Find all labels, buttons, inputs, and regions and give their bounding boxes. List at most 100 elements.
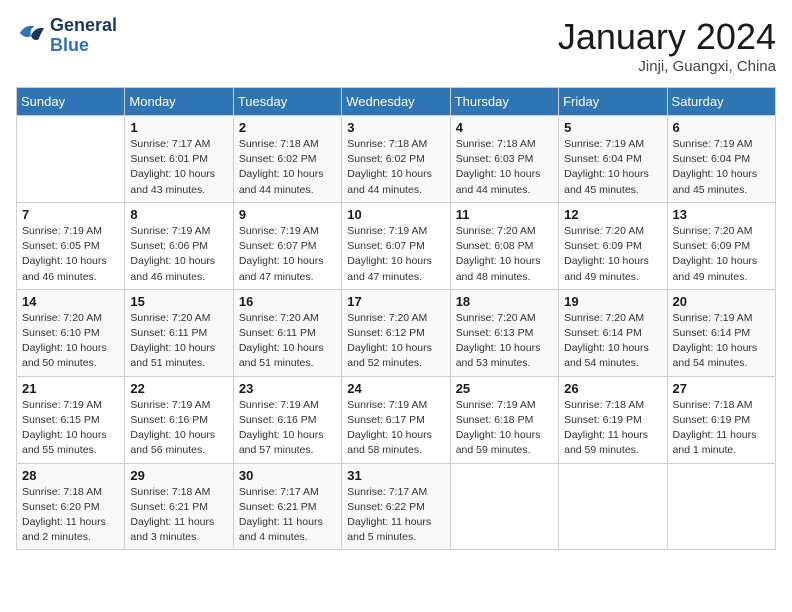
day-number: 19 xyxy=(564,294,661,309)
day-info: Sunrise: 7:19 AMSunset: 6:04 PMDaylight:… xyxy=(673,137,770,198)
week-row-3: 14 Sunrise: 7:20 AMSunset: 6:10 PMDayligh… xyxy=(17,289,776,376)
day-info: Sunrise: 7:20 AMSunset: 6:10 PMDaylight:… xyxy=(22,311,119,372)
day-cell: 2 Sunrise: 7:18 AMSunset: 6:02 PMDaylight… xyxy=(233,116,341,203)
day-cell: 11Sunrise: 7:20 AMSunset: 6:08 PMDayligh… xyxy=(450,202,558,289)
day-info: Sunrise: 7:19 AMSunset: 6:06 PMDaylight:… xyxy=(130,224,227,285)
day-number: 12 xyxy=(564,207,661,222)
day-number: 2 xyxy=(239,120,336,135)
day-number: 31 xyxy=(347,468,444,483)
day-number: 4 xyxy=(456,120,553,135)
day-cell: 21Sunrise: 7:19 AMSunset: 6:15 PMDayligh… xyxy=(17,376,125,463)
day-info: Sunrise: 7:20 AMSunset: 6:11 PMDaylight:… xyxy=(130,311,227,372)
day-cell xyxy=(559,463,667,550)
day-number: 18 xyxy=(456,294,553,309)
day-cell: 30Sunrise: 7:17 AMSunset: 6:21 PMDayligh… xyxy=(233,463,341,550)
title-block: January 2024 Jinji, Guangxi, China xyxy=(558,16,776,75)
day-cell: 31 Sunrise: 7:17 AMSunset: 6:22 PMDayligh… xyxy=(342,463,450,550)
day-cell: 26Sunrise: 7:18 AMSunset: 6:19 PMDayligh… xyxy=(559,376,667,463)
day-cell: 9 Sunrise: 7:19 AMSunset: 6:07 PMDaylight… xyxy=(233,202,341,289)
day-number: 24 xyxy=(347,381,444,396)
page-header: General Blue January 2024 Jinji, Guangxi… xyxy=(16,16,776,75)
day-info: Sunrise: 7:19 AMSunset: 6:16 PMDaylight:… xyxy=(239,398,336,459)
day-info: Sunrise: 7:19 AMSunset: 6:18 PMDaylight:… xyxy=(456,398,553,459)
logo: General Blue xyxy=(16,16,117,56)
day-number: 27 xyxy=(673,381,770,396)
day-number: 30 xyxy=(239,468,336,483)
week-row-5: 28 Sunrise: 7:18 AMSunset: 6:20 PMDayligh… xyxy=(17,463,776,550)
day-info: Sunrise: 7:20 AMSunset: 6:14 PMDaylight:… xyxy=(564,311,661,372)
day-info: Sunrise: 7:19 AMSunset: 6:07 PMDaylight:… xyxy=(239,224,336,285)
week-row-4: 21Sunrise: 7:19 AMSunset: 6:15 PMDayligh… xyxy=(17,376,776,463)
day-cell xyxy=(17,116,125,203)
day-number: 11 xyxy=(456,207,553,222)
day-info: Sunrise: 7:18 AMSunset: 6:02 PMDaylight:… xyxy=(347,137,444,198)
day-cell: 28 Sunrise: 7:18 AMSunset: 6:20 PMDayligh… xyxy=(17,463,125,550)
day-cell: 24 Sunrise: 7:19 AMSunset: 6:17 PMDayligh… xyxy=(342,376,450,463)
day-cell: 15Sunrise: 7:20 AMSunset: 6:11 PMDayligh… xyxy=(125,289,233,376)
day-number: 10 xyxy=(347,207,444,222)
day-cell: 25 Sunrise: 7:19 AMSunset: 6:18 PMDayligh… xyxy=(450,376,558,463)
day-number: 29 xyxy=(130,468,227,483)
day-cell: 16Sunrise: 7:20 AMSunset: 6:11 PMDayligh… xyxy=(233,289,341,376)
day-info: Sunrise: 7:18 AMSunset: 6:20 PMDaylight:… xyxy=(22,485,119,546)
day-info: Sunrise: 7:17 AMSunset: 6:22 PMDaylight:… xyxy=(347,485,444,546)
day-number: 13 xyxy=(673,207,770,222)
day-cell: 17Sunrise: 7:20 AMSunset: 6:12 PMDayligh… xyxy=(342,289,450,376)
day-cell xyxy=(667,463,775,550)
day-info: Sunrise: 7:20 AMSunset: 6:09 PMDaylight:… xyxy=(564,224,661,285)
day-info: Sunrise: 7:19 AMSunset: 6:17 PMDaylight:… xyxy=(347,398,444,459)
day-cell: 14 Sunrise: 7:20 AMSunset: 6:10 PMDayligh… xyxy=(17,289,125,376)
week-row-2: 7Sunrise: 7:19 AMSunset: 6:05 PMDaylight… xyxy=(17,202,776,289)
day-cell: 3Sunrise: 7:18 AMSunset: 6:02 PMDaylight… xyxy=(342,116,450,203)
day-number: 28 xyxy=(22,468,119,483)
day-info: Sunrise: 7:20 AMSunset: 6:09 PMDaylight:… xyxy=(673,224,770,285)
day-cell: 12 Sunrise: 7:20 AMSunset: 6:09 PMDayligh… xyxy=(559,202,667,289)
day-info: Sunrise: 7:19 AMSunset: 6:07 PMDaylight:… xyxy=(347,224,444,285)
weekday-sunday: Sunday xyxy=(17,88,125,116)
day-cell: 5 Sunrise: 7:19 AMSunset: 6:04 PMDaylight… xyxy=(559,116,667,203)
day-info: Sunrise: 7:18 AMSunset: 6:21 PMDaylight:… xyxy=(130,485,227,546)
day-info: Sunrise: 7:19 AMSunset: 6:16 PMDaylight:… xyxy=(130,398,227,459)
day-info: Sunrise: 7:18 AMSunset: 6:19 PMDaylight:… xyxy=(564,398,661,459)
day-cell: 6 Sunrise: 7:19 AMSunset: 6:04 PMDaylight… xyxy=(667,116,775,203)
day-number: 5 xyxy=(564,120,661,135)
day-cell: 7Sunrise: 7:19 AMSunset: 6:05 PMDaylight… xyxy=(17,202,125,289)
week-row-1: 1 Sunrise: 7:17 AMSunset: 6:01 PMDaylight… xyxy=(17,116,776,203)
day-info: Sunrise: 7:19 AMSunset: 6:15 PMDaylight:… xyxy=(22,398,119,459)
day-info: Sunrise: 7:17 AMSunset: 6:01 PMDaylight:… xyxy=(130,137,227,198)
day-number: 1 xyxy=(130,120,227,135)
day-info: Sunrise: 7:20 AMSunset: 6:13 PMDaylight:… xyxy=(456,311,553,372)
day-cell: 1 Sunrise: 7:17 AMSunset: 6:01 PMDaylight… xyxy=(125,116,233,203)
weekday-wednesday: Wednesday xyxy=(342,88,450,116)
day-cell: 27Sunrise: 7:18 AMSunset: 6:19 PMDayligh… xyxy=(667,376,775,463)
calendar-body: 1 Sunrise: 7:17 AMSunset: 6:01 PMDaylight… xyxy=(17,116,776,550)
calendar-table: SundayMondayTuesdayWednesdayThursdayFrid… xyxy=(16,87,776,550)
day-number: 8 xyxy=(130,207,227,222)
day-cell: 20Sunrise: 7:19 AMSunset: 6:14 PMDayligh… xyxy=(667,289,775,376)
day-cell: 4Sunrise: 7:18 AMSunset: 6:03 PMDaylight… xyxy=(450,116,558,203)
day-number: 9 xyxy=(239,207,336,222)
day-cell: 10 Sunrise: 7:19 AMSunset: 6:07 PMDayligh… xyxy=(342,202,450,289)
day-number: 14 xyxy=(22,294,119,309)
weekday-tuesday: Tuesday xyxy=(233,88,341,116)
logo-general: General xyxy=(50,16,117,36)
logo-blue: Blue xyxy=(50,36,117,56)
day-number: 22 xyxy=(130,381,227,396)
day-number: 17 xyxy=(347,294,444,309)
day-cell xyxy=(450,463,558,550)
day-info: Sunrise: 7:19 AMSunset: 6:04 PMDaylight:… xyxy=(564,137,661,198)
weekday-saturday: Saturday xyxy=(667,88,775,116)
day-cell: 19 Sunrise: 7:20 AMSunset: 6:14 PMDayligh… xyxy=(559,289,667,376)
day-number: 20 xyxy=(673,294,770,309)
day-info: Sunrise: 7:18 AMSunset: 6:02 PMDaylight:… xyxy=(239,137,336,198)
day-cell: 29 Sunrise: 7:18 AMSunset: 6:21 PMDayligh… xyxy=(125,463,233,550)
weekday-monday: Monday xyxy=(125,88,233,116)
day-cell: 22 Sunrise: 7:19 AMSunset: 6:16 PMDayligh… xyxy=(125,376,233,463)
month-title: January 2024 xyxy=(558,16,776,58)
day-number: 7 xyxy=(22,207,119,222)
day-number: 6 xyxy=(673,120,770,135)
day-number: 25 xyxy=(456,381,553,396)
weekday-header-row: SundayMondayTuesdayWednesdayThursdayFrid… xyxy=(17,88,776,116)
weekday-thursday: Thursday xyxy=(450,88,558,116)
logo-icon xyxy=(18,19,46,47)
